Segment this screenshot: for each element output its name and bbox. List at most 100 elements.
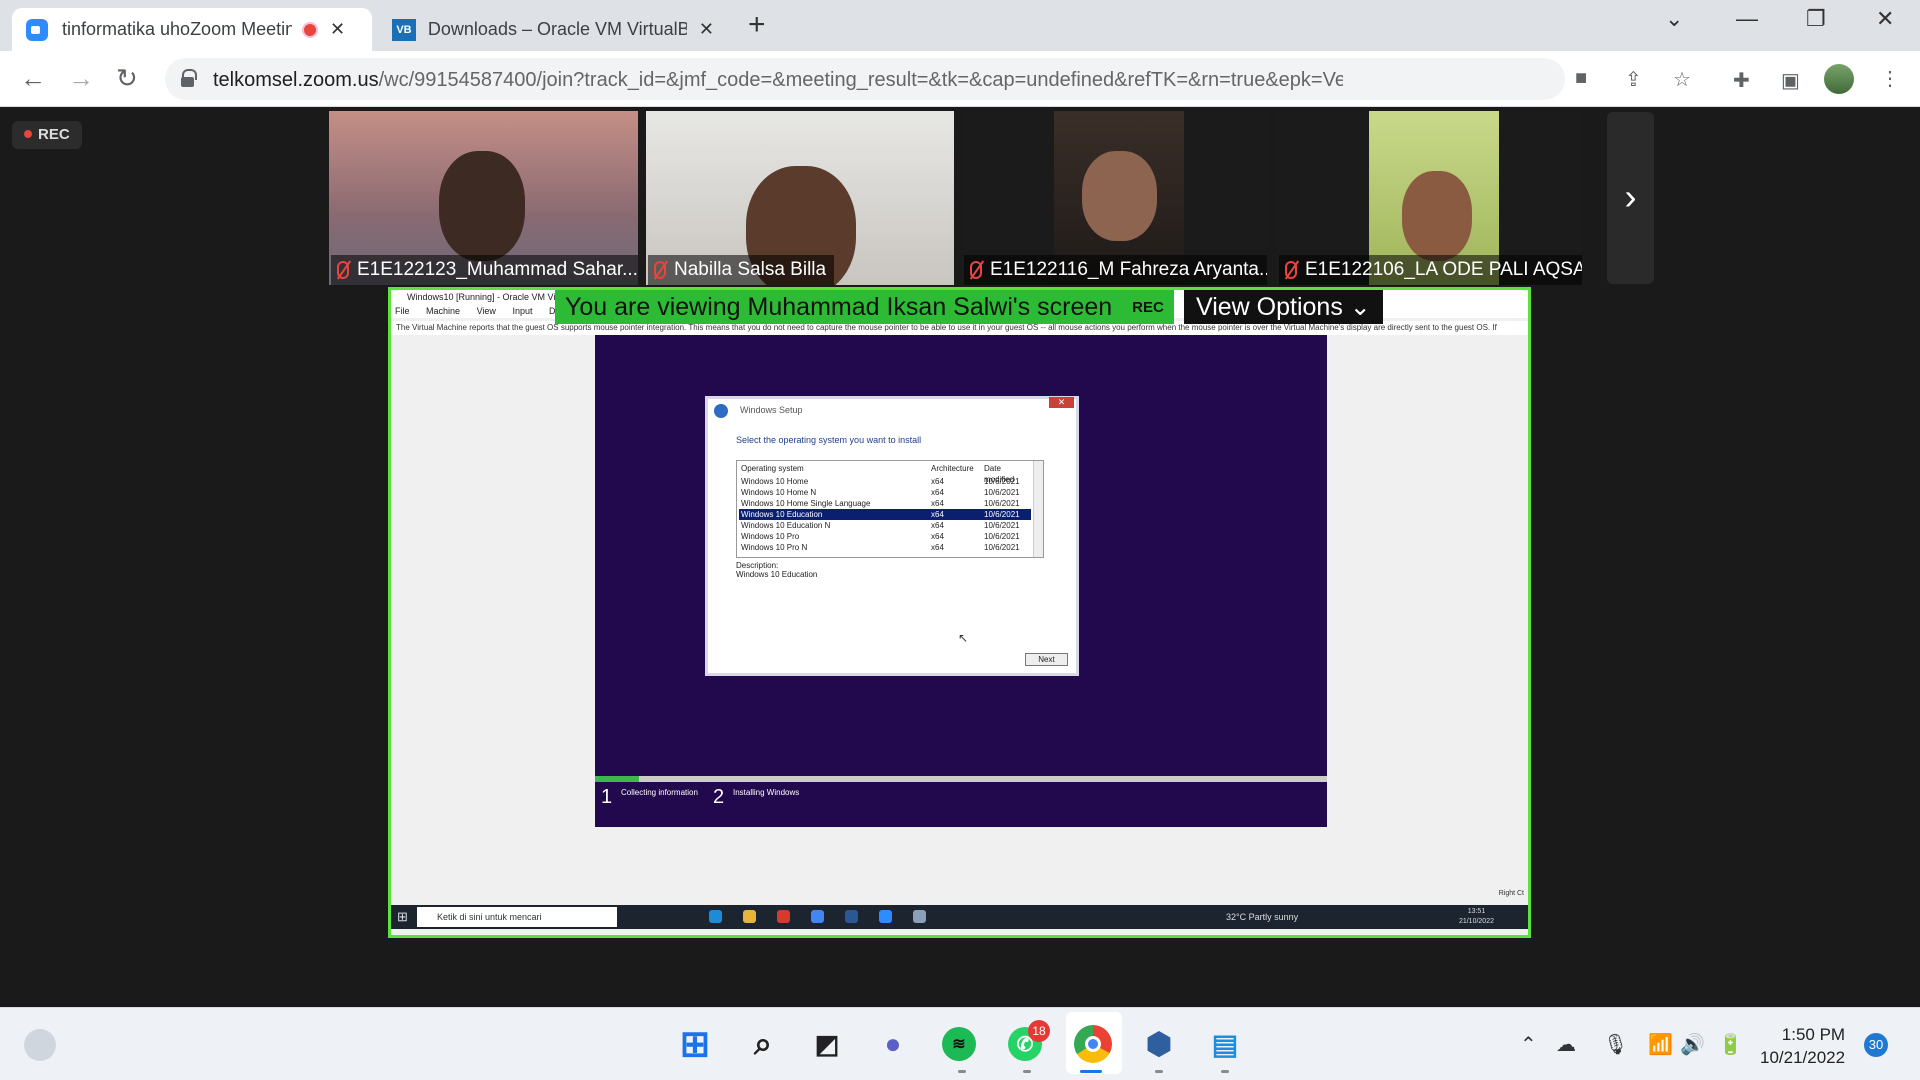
os-list-item[interactable]: Windows 10 Education Nx64 10/6/2021 [739,520,1031,531]
setup-prompt: Select the operating system you want to … [736,435,922,445]
new-tab-icon[interactable]: + [748,8,766,42]
chevron-down-icon: ⌄ [1349,293,1371,321]
wifi-icon[interactable]: 📶 [1648,1032,1673,1057]
teams-chat-icon[interactable]: ● [874,1025,912,1063]
microphone-icon[interactable]: 🎙 [1603,1032,1628,1057]
whatsapp-badge: 18 [1028,1020,1050,1042]
minimize-icon[interactable]: — [1736,6,1758,32]
back-icon[interactable]: ← [20,63,46,94]
tab-virtualbox-downloads[interactable]: VB Downloads – Oracle VM VirtualBox ✕ [378,8,728,51]
profile-avatar[interactable] [1824,64,1854,94]
step-installing: 2 Installing Windows [713,786,800,808]
setup-progress: 1 Collecting information 2 Installing Wind… [595,776,1327,826]
side-panel-icon[interactable]: ▣ [1781,68,1800,93]
os-list-item[interactable]: Windows 10 Education x64 10/6/2021 [739,509,1031,520]
guest-wps-icon[interactable] [777,910,790,923]
vm-menu-machine[interactable]: Machine [426,306,460,316]
muted-mic-icon [970,261,982,279]
screen-share-banner: You are viewing Muhammad Iksan Salwi's s… [555,290,1174,324]
browser-menu-icon[interactable]: ⋮ [1880,66,1900,91]
guest-edge-icon[interactable] [709,910,722,923]
search-icon[interactable]: ⌕ [744,1025,782,1063]
tab-zoom-meeting[interactable]: tinformatika uhoZoom Meeting ✕ [12,8,372,51]
guest-virtualbox-icon[interactable] [913,910,926,923]
bookmark-star-icon[interactable]: ☆ [1673,67,1691,92]
lock-icon [181,69,197,87]
guest-taskbar: ⊞ Ketik di sini untuk mencari 32°C Partl… [391,905,1528,929]
virtualbox-icon[interactable]: ⬢ [1140,1025,1178,1063]
browser-tab-strip: tinformatika uhoZoom Meeting ✕ VB Downlo… [0,0,1920,51]
start-icon[interactable]: ⊞ [676,1023,714,1064]
spotify-icon[interactable]: ≋ [942,1027,976,1061]
guest-search-box[interactable]: Ketik di sini untuk mencari [417,907,617,927]
vm-menu-view[interactable]: View [477,306,496,316]
onedrive-cloud-icon[interactable]: ☁ [1556,1032,1576,1057]
guest-weather: 32°C Partly sunny [1226,912,1299,922]
os-list-item[interactable]: Windows 10 Home Nx64 10/6/2021 [739,487,1031,498]
guest-zoom-icon[interactable] [879,910,892,923]
battery-icon[interactable]: 🔋 [1718,1032,1743,1057]
notepad-icon[interactable]: ▤ [1206,1025,1244,1063]
os-listbox[interactable]: Operating system Architecture Date modif… [736,460,1044,558]
muted-mic-icon [1285,261,1297,279]
show-hidden-icons-chevron-icon[interactable]: ⌃ [1520,1032,1537,1057]
camera-blocked-icon[interactable]: ■ [1575,67,1587,90]
virtualbox-favicon-icon: VB [392,18,416,41]
participant-tile[interactable]: E1E122123_Muhammad Sahar... [329,111,638,285]
zoom-favicon-icon [26,18,48,41]
participant-tile[interactable]: E1E122106_LA ODE PALI AQSAN [1277,111,1582,285]
participant-name: E1E122116_M Fahreza Aryanta... [964,255,1267,285]
chrome-icon[interactable] [1074,1025,1112,1063]
url-text[interactable]: telkomsel.zoom.us/wc/99154587400/join?tr… [213,69,1343,92]
recording-badge: REC [12,121,82,149]
share-icon[interactable]: ⇪ [1625,67,1642,92]
chevron-right-icon: › [1624,176,1637,217]
notification-count-badge[interactable]: 30 [1864,1033,1888,1057]
os-list-item[interactable]: Windows 10 Home x64 10/6/2021 [739,476,1031,487]
close-tab-icon[interactable]: ✕ [330,19,345,40]
guest-chrome-icon[interactable] [811,910,824,923]
next-button[interactable]: Next [1025,653,1068,666]
vm-display[interactable]: Windows Setup ✕ Select the operating sys… [595,335,1327,827]
close-tab-icon[interactable]: ✕ [699,19,714,40]
os-list-item[interactable]: Windows 10 Pro x64 10/6/2021 [739,531,1031,542]
widgets-icon[interactable] [24,1029,56,1061]
recording-indicator-icon [302,21,318,38]
zoom-meeting-area: REC E1E122123_Muhammad Sahar... Nabilla … [0,107,1920,1007]
os-list-header: Operating system Architecture Date modif… [741,464,1015,484]
vm-menu-input[interactable]: Input [512,306,532,316]
system-clock[interactable]: 1:50 PM 10/21/2022 [1760,1023,1845,1069]
os-list-item[interactable]: Windows 10 Pro Nx64 10/6/2021 [739,542,1031,553]
progress-bar [595,776,1327,782]
address-bar[interactable]: telkomsel.zoom.us/wc/99154587400/join?tr… [165,58,1691,100]
guest-explorer-icon[interactable] [743,910,756,923]
os-list-item[interactable]: Windows 10 Home Single Language x64 10/6/2… [739,498,1031,509]
task-view-icon[interactable]: ◩ [808,1025,846,1063]
next-participants-button[interactable]: › [1607,112,1654,284]
share-rec-label: REC [1132,298,1164,316]
forward-icon[interactable]: → [68,63,94,94]
host-taskbar: ⊞ ⌕ ◩ ● ≋ ✆ 18 ⬢ ▤ ⌃ ☁ 🎙 📶 🔊 🔋 1:50 PM 10… [0,1007,1920,1080]
share-banner-text: You are viewing Muhammad Iksan Salwi's s… [565,293,1113,321]
participant-tile[interactable]: Nabilla Salsa Billa [646,111,954,285]
tab-title: tinformatika uhoZoom Meeting [62,19,292,39]
close-window-icon[interactable]: ✕ [1876,6,1894,32]
browser-toolbar: ← → ↻ telkomsel.zoom.us/wc/99154587400/j… [0,51,1920,107]
close-icon[interactable]: ✕ [1049,397,1074,408]
back-arrow-icon[interactable] [714,404,728,418]
shared-screen[interactable]: Windows10 [Running] - Oracle VM Virt... … [388,287,1531,938]
volume-icon[interactable]: 🔊 [1680,1032,1705,1057]
guest-start-icon[interactable]: ⊞ [397,909,408,925]
mouse-cursor-icon: ↖ [958,631,969,645]
extensions-icon[interactable]: ✚ [1733,68,1750,93]
tab-search-chevron-icon[interactable]: ⌄ [1665,6,1683,32]
participant-tile[interactable]: E1E122116_M Fahreza Aryanta... [962,111,1267,285]
guest-word-icon[interactable] [845,910,858,923]
participant-name: Nabilla Salsa Billa [648,255,835,285]
tab-title: Downloads – Oracle VM VirtualBox [427,19,687,39]
restore-icon[interactable]: ❐ [1806,6,1826,32]
reload-icon[interactable]: ↻ [116,63,138,94]
view-options-button[interactable]: View Options ⌄ [1184,290,1383,324]
vm-menu-file[interactable]: File [395,306,410,316]
listbox-scrollbar[interactable] [1033,461,1043,557]
